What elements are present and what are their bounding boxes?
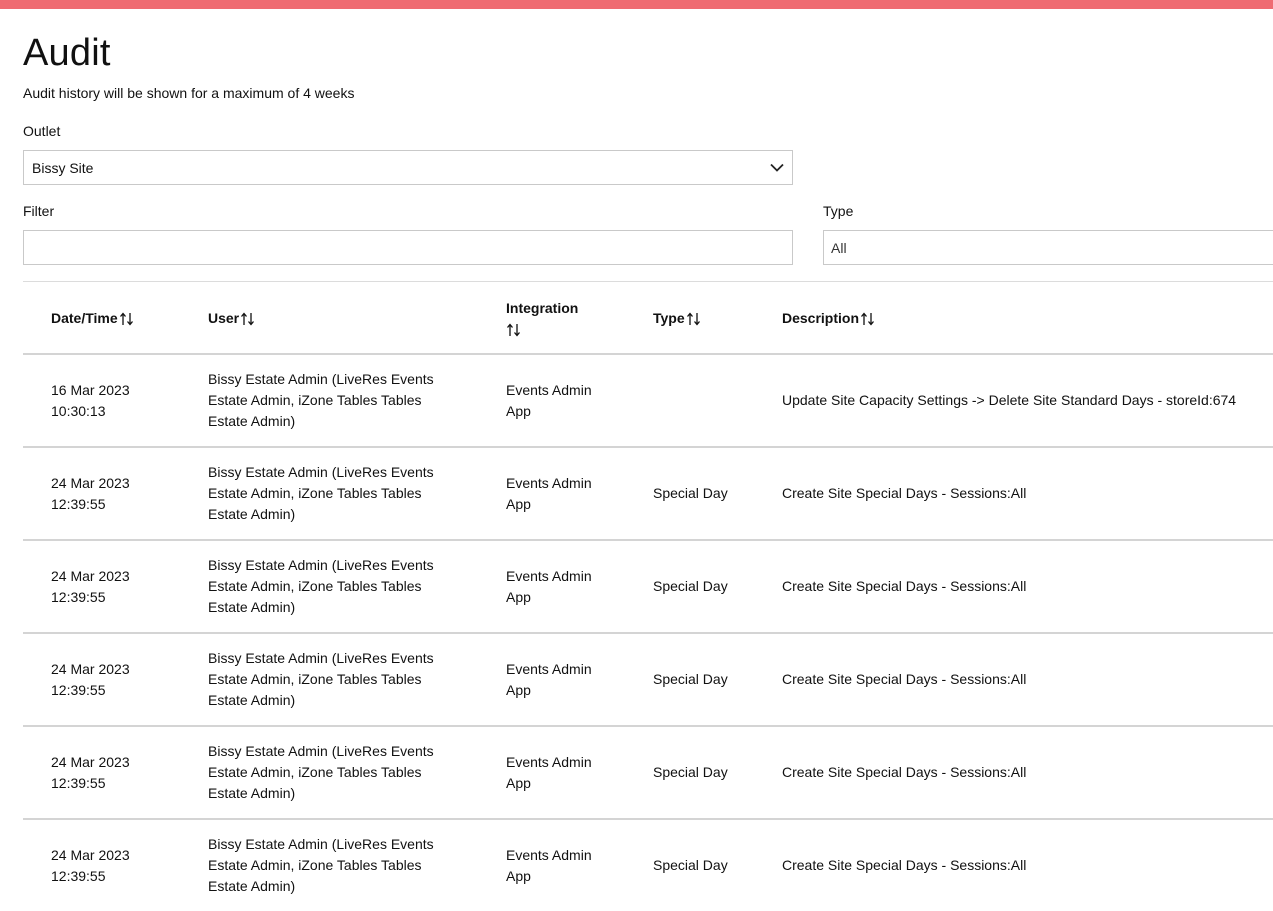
outlet-label: Outlet	[23, 123, 61, 139]
filter-input[interactable]	[23, 230, 793, 265]
integration-cell: Events Admin App	[506, 381, 592, 419]
description-cell: Create Site Special Days - Sessions:All	[782, 671, 1027, 687]
time-text: 12:39:55	[51, 495, 106, 512]
description-cell: Create Site Special Days - Sessions:All	[782, 857, 1027, 873]
integration-cell: Events Admin App	[506, 753, 592, 791]
date-text: 24 Mar 2023	[51, 846, 130, 863]
sort-icon	[119, 311, 135, 326]
column-header-integration-wrap: Integration	[506, 298, 578, 338]
type-cell: Special Day	[653, 764, 728, 780]
page-subtitle: Audit history will be shown for a maximu…	[23, 85, 355, 101]
chevron-down-icon	[770, 163, 784, 173]
description-cell: Create Site Special Days - Sessions:All	[782, 764, 1027, 780]
user-cell: Bissy Estate Admin (LiveRes Events Estat…	[208, 464, 434, 522]
type-cell: Special Day	[653, 857, 728, 873]
table-row[interactable]: 24 Mar 2023 12:39:55 Bissy Estate Admin (…	[23, 448, 1273, 541]
user-cell: Bissy Estate Admin (LiveRes Events Estat…	[208, 743, 434, 801]
integration-cell: Events Admin App	[506, 846, 592, 884]
integration-cell: Events Admin App	[506, 567, 592, 605]
column-header-label: User	[208, 309, 240, 326]
type-cell: Special Day	[653, 578, 728, 594]
user-cell: Bissy Estate Admin (LiveRes Events Estat…	[208, 371, 434, 429]
column-header-integration[interactable]: Integration	[506, 282, 606, 353]
date-text: 24 Mar 2023	[51, 474, 130, 491]
user-cell: Bissy Estate Admin (LiveRes Events Estat…	[208, 650, 434, 708]
type-cell: Special Day	[653, 485, 728, 501]
table-row[interactable]: 24 Mar 2023 12:39:55 Bissy Estate Admin (…	[23, 634, 1273, 727]
time-text: 12:39:55	[51, 588, 106, 605]
time-text: 10:30:13	[51, 402, 106, 419]
sort-icon	[506, 322, 522, 337]
top-accent-bar	[0, 0, 1273, 9]
page-title: Audit	[23, 32, 111, 74]
date-time-cell: 16 Mar 2023 10:30:13	[51, 355, 191, 446]
time-text: 12:39:55	[51, 681, 106, 698]
type-select-value: All	[831, 239, 847, 256]
date-time-cell: 24 Mar 2023 12:39:55	[51, 541, 191, 632]
date-time-cell: 24 Mar 2023 12:39:55	[51, 727, 191, 818]
column-header-label: Date/Time	[51, 309, 118, 326]
user-cell: Bissy Estate Admin (LiveRes Events Estat…	[208, 836, 434, 894]
column-header-label: Integration	[506, 299, 579, 316]
sort-icon	[860, 311, 876, 326]
table-row[interactable]: 24 Mar 2023 12:39:55 Bissy Estate Admin (…	[23, 541, 1273, 634]
type-cell: Special Day	[653, 671, 728, 687]
date-time-cell: 24 Mar 2023 12:39:55	[51, 448, 191, 539]
table-row[interactable]: 24 Mar 2023 12:39:55 Bissy Estate Admin (…	[23, 727, 1273, 820]
date-time-cell: 24 Mar 2023 12:39:55	[51, 634, 191, 725]
date-time-cell: 24 Mar 2023 12:39:55	[51, 820, 191, 911]
table-row[interactable]: 16 Mar 2023 10:30:13 Bissy Estate Admin (…	[23, 355, 1273, 448]
date-text: 16 Mar 2023	[51, 381, 130, 398]
sort-icon	[240, 311, 256, 326]
description-cell: Create Site Special Days - Sessions:All	[782, 485, 1027, 501]
column-header-description[interactable]: Description	[782, 282, 982, 353]
date-text: 24 Mar 2023	[51, 753, 130, 770]
column-header-label: Description	[782, 309, 860, 326]
type-cell	[653, 355, 743, 446]
table-row[interactable]: 24 Mar 2023 12:39:55 Bissy Estate Admin (…	[23, 820, 1273, 911]
table-header: Date/Time User Integration Type Descript…	[23, 282, 1273, 355]
integration-cell: Events Admin App	[506, 474, 592, 512]
user-cell: Bissy Estate Admin (LiveRes Events Estat…	[208, 557, 434, 615]
column-header-user[interactable]: User	[208, 282, 408, 353]
audit-table: Date/Time User Integration Type Descript…	[23, 281, 1273, 911]
column-header-type[interactable]: Type	[653, 282, 753, 353]
integration-cell: Events Admin App	[506, 660, 592, 698]
column-header-label: Type	[653, 309, 685, 326]
time-text: 12:39:55	[51, 774, 106, 791]
audit-page: Audit Audit history will be shown for a …	[23, 30, 1273, 894]
outlet-select-value: Bissy Site	[32, 159, 94, 176]
filter-label: Filter	[23, 203, 55, 219]
type-select[interactable]: All	[823, 230, 1273, 265]
description-cell: Update Site Capacity Settings -> Delete …	[782, 392, 1237, 408]
date-text: 24 Mar 2023	[51, 660, 130, 677]
type-label: Type	[823, 203, 854, 219]
time-text: 12:39:55	[51, 867, 106, 884]
description-cell: Create Site Special Days - Sessions:All	[782, 578, 1027, 594]
sort-icon	[686, 311, 702, 326]
outlet-select[interactable]: Bissy Site	[23, 150, 793, 185]
column-header-date-time[interactable]: Date/Time	[51, 282, 191, 353]
date-text: 24 Mar 2023	[51, 567, 130, 584]
